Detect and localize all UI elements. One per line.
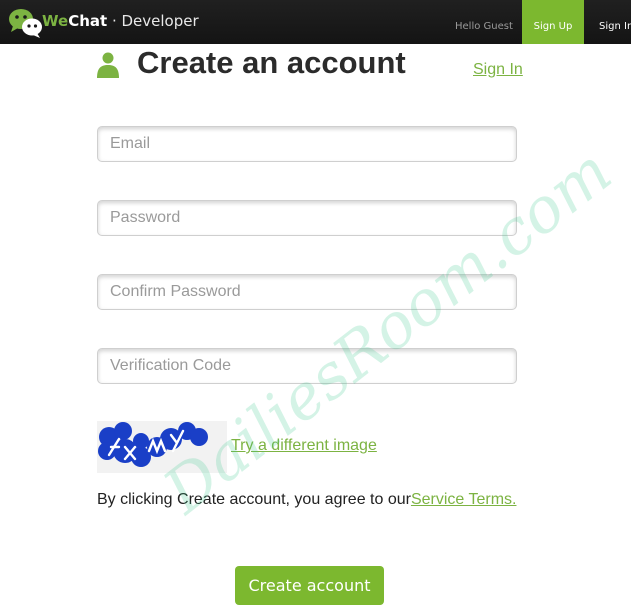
greeting-text: Hello Guest	[455, 21, 513, 32]
person-icon	[97, 52, 119, 78]
top-navigation-bar: WeChat · Developer Hello Guest Sign Up S…	[0, 0, 631, 44]
terms-notice: By clicking Create account, you agree to…	[97, 491, 516, 509]
brand-title[interactable]: WeChat · Developer	[42, 12, 199, 30]
terms-text: By clicking Create account, you agree to…	[97, 491, 411, 508]
service-terms-link[interactable]: Service Terms.	[411, 491, 517, 508]
brand-we: We	[42, 12, 69, 30]
brand-chat: Chat	[68, 12, 108, 30]
nav-sign-up[interactable]: Sign Up	[522, 0, 584, 44]
confirm-password-field[interactable]	[97, 274, 517, 310]
captcha-image	[97, 421, 227, 473]
create-account-button[interactable]: Create account	[235, 566, 384, 605]
email-field[interactable]	[97, 126, 517, 162]
nav-sign-in[interactable]: Sign In	[599, 0, 631, 44]
verification-code-field[interactable]	[97, 348, 517, 384]
password-field[interactable]	[97, 200, 517, 236]
brand-suffix: · Developer	[107, 12, 199, 30]
wechat-logo-icon	[9, 9, 42, 38]
page-title: Create an account	[137, 45, 406, 80]
sign-in-link[interactable]: Sign In	[473, 61, 523, 79]
try-different-image-link[interactable]: Try a different image	[231, 437, 377, 455]
